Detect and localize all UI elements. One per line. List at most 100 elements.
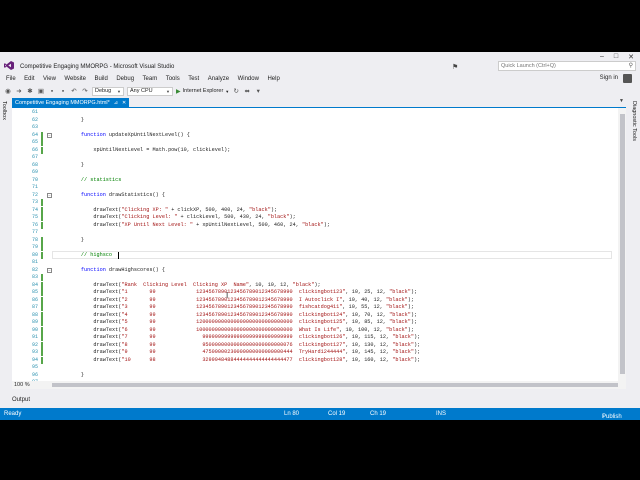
quick-launch-box[interactable]: ⚲ [498,61,636,71]
line-number: 91 [31,334,38,340]
code-line[interactable]: drawText("2 99 1234567890123456789012345… [56,297,414,303]
visual-studio-logo-icon [4,61,14,70]
change-marker [41,296,43,304]
horizontal-scrollbar[interactable] [52,383,618,387]
code-line[interactable]: drawText("8 99 9500000000000000000000000… [56,342,420,348]
code-line[interactable]: // statistics [56,177,121,183]
toolbox-label[interactable]: Toolbox [1,101,7,120]
forward-icon[interactable]: ➜ [15,87,23,95]
code-editor[interactable]: 61 62 63 64 − 65 66 67 68 69 70 71 72 − 73 74 75 76 77 78 79… [12,108,626,381]
close-icon[interactable]: ✕ [628,53,634,61]
line-number: 67 [31,154,38,160]
document-tab[interactable]: Competitive Engaging MMORPG.html* ⊿ ✕ [12,98,130,107]
new-project-icon[interactable]: ✱ [26,87,34,95]
zoom-level[interactable]: 100 % [12,382,42,388]
code-line[interactable]: function drawHighscores() { [56,267,165,273]
menu-website[interactable]: Website [64,76,86,82]
solution-config-dropdown[interactable]: Debug ▼ [92,86,124,96]
code-line[interactable]: } [56,237,84,243]
vertical-scroll-thumb[interactable] [619,114,625,374]
code-line[interactable]: } [56,162,84,168]
menu-analyze[interactable]: Analyze [208,76,229,82]
back-icon[interactable]: ◉ [4,87,12,95]
code-line[interactable]: drawText("9 99 4750000023000000000000000… [56,349,420,355]
status-column: Col 19 [328,411,346,417]
code-line[interactable]: drawText("4 99 1234567890123456789012345… [56,312,417,318]
code-line[interactable]: function drawStatistics() { [56,192,165,198]
change-marker [41,289,43,296]
save-icon[interactable]: ▪ [48,88,56,95]
redo-icon[interactable]: ↷ [81,87,89,95]
close-tab-icon[interactable]: ✕ [122,100,126,106]
menu-test[interactable]: Test [188,76,199,82]
code-line[interactable]: drawText("Clicking XP: " + clickXP, 500,… [56,207,277,213]
maximize-icon[interactable]: □ [614,53,618,61]
code-line[interactable]: drawText("Rank Clicking Level Clicking X… [56,282,320,288]
refresh-icon[interactable]: ↻ [232,87,240,95]
code-line[interactable]: drawText("5 99 1200000000000000000000000… [56,319,417,325]
chevron-down-icon: ▼ [166,88,170,94]
line-number: 78 [31,236,38,243]
line-number: 71 [31,184,38,190]
code-line[interactable]: } [56,372,84,378]
diagnostic-tools-label[interactable]: Diagnostic Tools [631,101,637,141]
diagnostic-tools-panel[interactable]: Diagnostic Tools [628,97,640,408]
menu-edit[interactable]: Edit [24,76,34,82]
tab-list-dropdown-icon[interactable]: ▼ [619,98,624,104]
status-bar: Ready Ln 80 Col 19 Ch 19 INS ↑ Publish [0,408,640,420]
code-line[interactable]: xpUntilNextLevel = Math.pow(10, clickLev… [56,147,230,153]
collapse-icon[interactable]: − [47,192,52,198]
undo-icon[interactable]: ↶ [70,87,78,95]
toolbar-more-icon[interactable]: ▾ [254,87,262,95]
vertical-scrollbar[interactable] [618,108,626,381]
code-line[interactable]: drawText("6 99 1000000000000000000000000… [56,327,414,333]
letterbox-top [0,0,640,52]
collapse-icon[interactable]: − [47,267,52,273]
quick-launch-input[interactable] [499,62,619,70]
code-line[interactable]: drawText("XP Until Next Level: " + xpUnt… [56,222,330,228]
chevron-down-icon: ▼ [225,88,230,94]
menu-help[interactable]: Help [267,76,279,82]
change-marker [41,334,43,341]
letterbox-bottom [0,420,640,480]
code-line[interactable]: drawText("7 99 9999999999999999999999999… [56,334,420,340]
search-icon[interactable]: ⚲ [629,62,633,69]
collapse-icon[interactable]: − [47,132,52,138]
code-line[interactable]: drawText("Clicking Level: " + clickLevel… [56,214,295,220]
user-avatar-icon[interactable] [623,74,632,83]
open-icon[interactable]: ▣ [37,87,45,95]
line-number: 93 [31,349,38,355]
change-marker [41,199,43,206]
solution-config-value: Debug [95,87,112,94]
line-number: 77 [31,229,38,235]
code-line[interactable]: drawText("10 98 329994848844444444444444… [56,357,420,363]
code-line[interactable]: // highsco [56,252,112,258]
menu-view[interactable]: View [43,76,56,82]
toolbox-panel[interactable]: Toolbox [0,97,10,408]
start-debugging-button[interactable]: ▶ Internet Explorer ▼ [176,88,229,95]
code-line[interactable]: } [56,117,84,123]
menu-file[interactable]: File [6,76,16,82]
minimize-icon[interactable]: – [600,53,604,61]
line-number: 95 [31,364,38,370]
browser-link-icon[interactable]: ⬌ [243,87,251,95]
menu-tools[interactable]: Tools [166,76,180,82]
chevron-down-icon: ▼ [117,88,121,94]
feedback-flag-icon[interactable]: ⚑ [452,63,458,71]
change-marker [41,356,43,364]
output-tab[interactable]: Output [12,397,30,403]
menu-window[interactable]: Window [238,76,259,82]
code-line[interactable]: drawText("3 99 1234567890123456789012345… [56,304,414,310]
change-marker [41,251,43,259]
code-line[interactable]: drawText("1 99 1234567890123456789012345… [56,289,417,295]
platform-dropdown[interactable]: Any CPU ▼ [127,86,173,96]
menu-team[interactable]: Team [143,76,158,82]
save-all-icon[interactable]: ▪ [59,88,67,95]
line-number: 66 [31,146,38,153]
menu-build[interactable]: Build [95,76,108,82]
play-icon: ▶ [176,88,181,95]
pin-icon[interactable]: ⊿ [114,100,118,106]
menu-debug[interactable]: Debug [116,76,134,82]
sign-in-link[interactable]: Sign in [600,75,618,81]
code-line[interactable]: function updateXpUntilNextLevel() { [56,132,190,138]
